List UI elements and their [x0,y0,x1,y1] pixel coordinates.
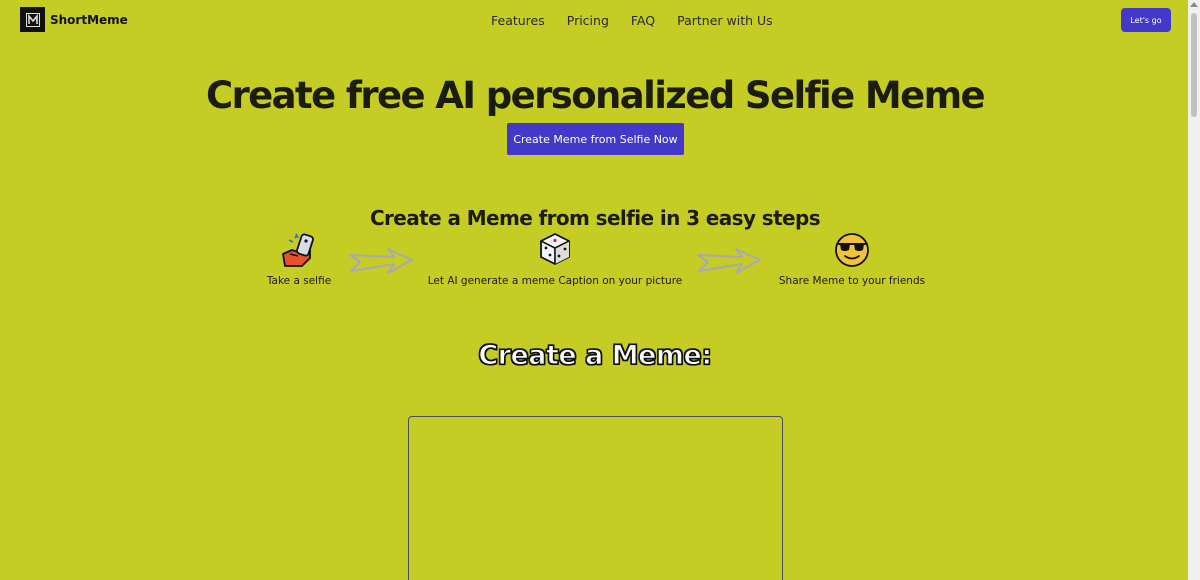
dice-icon [538,232,572,270]
page-scrollbar[interactable] [1188,0,1200,580]
hero-title: Create free AI personalized Selfie Meme [205,74,986,117]
step-3-label: Share Meme to your friends [778,275,926,287]
scrollbar-thumb[interactable] [1191,13,1197,117]
nav-faq[interactable]: FAQ [631,13,655,28]
steps-title: Create a Meme from selfie in 3 easy step… [369,206,821,230]
logo-icon [20,7,45,32]
create-meme-heading: Create a Meme: [478,339,713,371]
create-meme-cta-button[interactable]: Create Meme from Selfie Now [507,123,684,155]
sunglasses-face-icon [834,232,870,272]
main-nav: Features Pricing FAQ Partner with Us [491,13,773,28]
selfie-hand-icon [280,232,318,272]
arrow-right-icon [348,245,414,281]
step-2-label: Let AI generate a meme Caption on your p… [427,275,683,287]
brand-logo[interactable]: ShortMeme [20,7,128,32]
scroll-up-icon[interactable] [1190,2,1198,7]
meme-upload-area[interactable] [408,416,783,580]
arrow-right-icon [696,245,762,281]
lets-go-button[interactable]: Let's go [1121,8,1171,32]
nav-partner[interactable]: Partner with Us [677,13,773,28]
step-1-label: Take a selfie [266,275,332,287]
nav-features[interactable]: Features [491,13,545,28]
brand-name: ShortMeme [50,12,128,27]
site-header: ShortMeme Features Pricing FAQ Partner w… [0,0,1188,42]
nav-pricing[interactable]: Pricing [567,13,609,28]
